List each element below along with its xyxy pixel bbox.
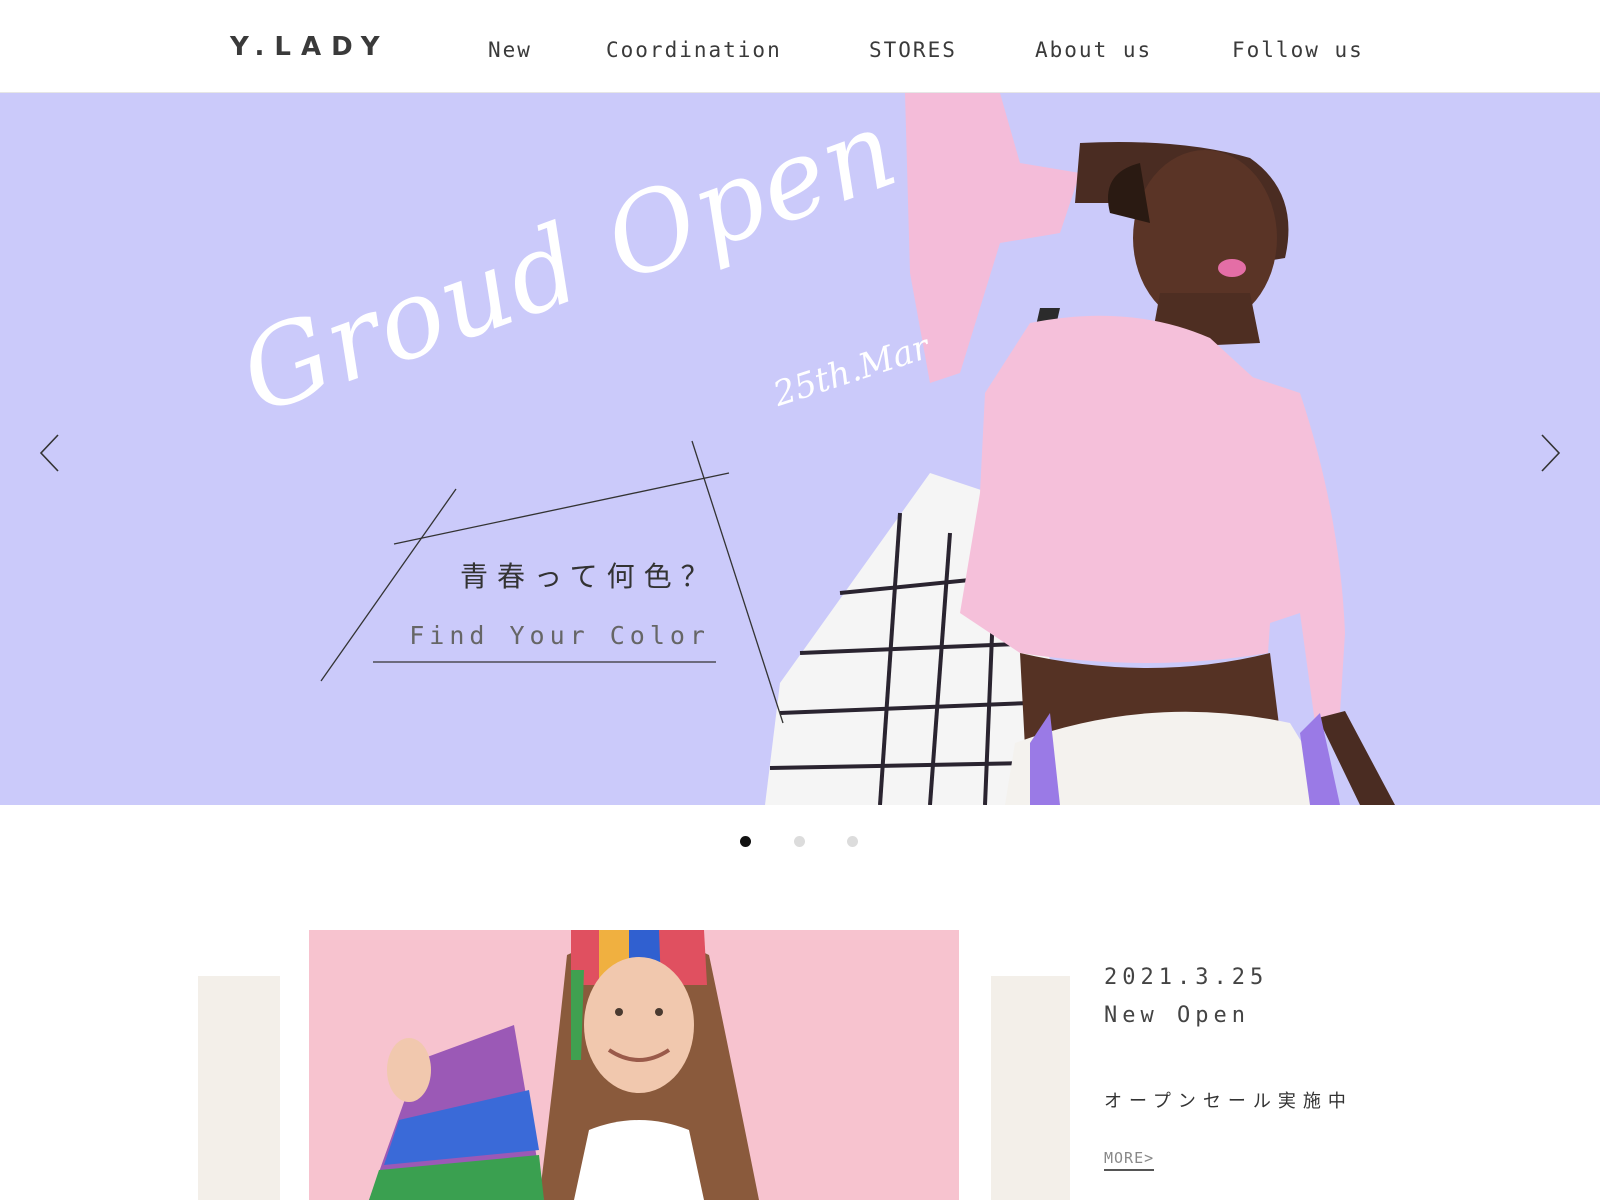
carousel-dot-3[interactable]: [847, 836, 858, 847]
news-title: New Open: [1104, 1003, 1250, 1028]
site-header: Y.LADY New Coordination STORES About us …: [0, 0, 1600, 93]
site-logo[interactable]: Y.LADY: [230, 34, 390, 60]
nav-item-new[interactable]: New: [488, 40, 532, 61]
news-description: オープンセール実施中: [1104, 1091, 1353, 1112]
more-link[interactable]: MORE>: [1104, 1151, 1155, 1171]
nav-item-stores[interactable]: STORES: [869, 40, 957, 61]
carousel-dot-2[interactable]: [794, 836, 805, 847]
news-photo[interactable]: [309, 930, 959, 1200]
nav-item-follow-us[interactable]: Follow us: [1232, 40, 1364, 61]
nav-item-coordination[interactable]: Coordination: [606, 40, 782, 61]
prev-slide-button[interactable]: [30, 428, 70, 478]
chevron-left-icon: [39, 434, 59, 472]
decor-block-left: [198, 976, 280, 1200]
next-slide-button[interactable]: [1530, 428, 1570, 478]
chevron-right-icon: [1541, 434, 1561, 472]
carousel-dot-1[interactable]: [740, 836, 751, 847]
nav-item-about-us[interactable]: About us: [1035, 40, 1152, 61]
news-model-photo: [309, 930, 959, 1200]
hero-slider[interactable]: Groud Open 25th.Mar 青春って何色？ Find Your Co…: [0, 93, 1600, 805]
decor-block-right: [991, 976, 1070, 1200]
news-date: 2021.3.25: [1104, 965, 1269, 990]
hero-tagline-jp: 青春って何色？: [460, 560, 718, 593]
hero-tagline-en: Find Your Color: [409, 621, 710, 650]
